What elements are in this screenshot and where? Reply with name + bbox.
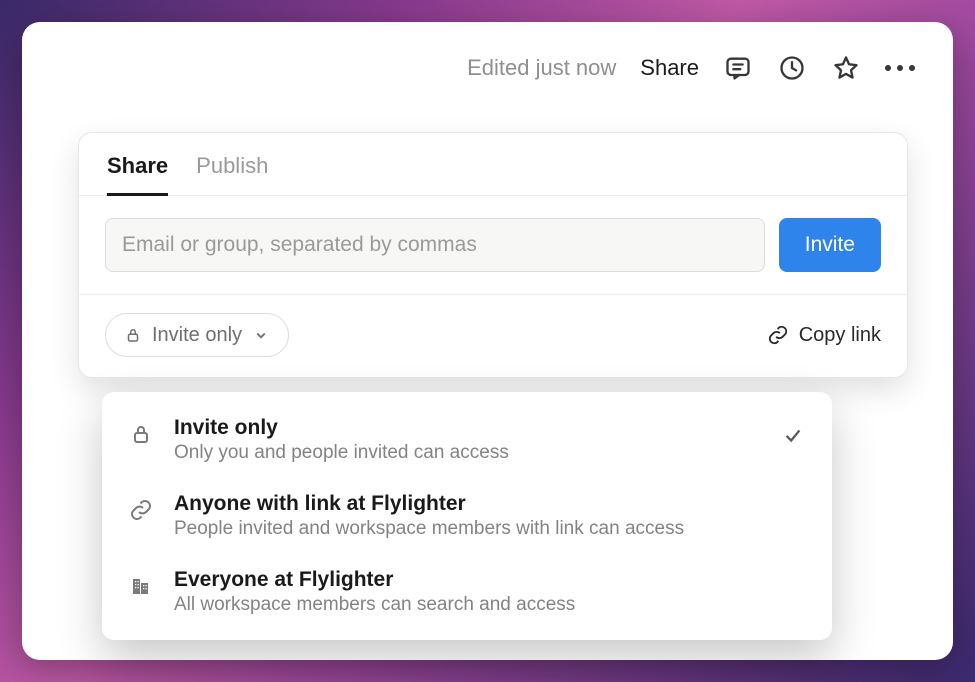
access-option-title: Invite only (174, 416, 760, 440)
copy-link-button[interactable]: Copy link (767, 324, 881, 347)
access-option-everyone[interactable]: Everyone at Flylighter All workspace mem… (102, 554, 832, 630)
lock-icon (124, 326, 142, 344)
access-option-text: Everyone at Flylighter All workspace mem… (174, 568, 760, 616)
access-option-title: Anyone with link at Flylighter (174, 492, 760, 516)
chevron-down-icon (252, 326, 270, 344)
invite-input[interactable] (105, 218, 765, 272)
invite-row: Invite (79, 196, 907, 295)
more-icon[interactable] (885, 53, 915, 83)
access-current-label: Invite only (152, 324, 242, 347)
share-tabs: Share Publish (79, 133, 907, 196)
tab-publish[interactable]: Publish (196, 153, 268, 195)
access-dropdown-trigger[interactable]: Invite only (105, 313, 289, 357)
access-option-subtitle: Only you and people invited can access (174, 442, 760, 464)
link-icon (767, 324, 789, 346)
copy-link-label: Copy link (799, 324, 881, 347)
link-icon (126, 492, 156, 522)
topbar: Edited just now Share (22, 22, 953, 94)
access-option-title: Everyone at Flylighter (174, 568, 760, 592)
edited-status: Edited just now (467, 55, 616, 81)
share-footer: Invite only Copy link (79, 295, 907, 377)
building-icon (126, 568, 156, 598)
share-button[interactable]: Share (640, 55, 699, 81)
check-icon (778, 416, 808, 446)
tab-share[interactable]: Share (107, 153, 168, 196)
access-dropdown: Invite only Only you and people invited … (102, 392, 832, 640)
access-option-text: Anyone with link at Flylighter People in… (174, 492, 760, 540)
share-panel: Share Publish Invite Invite only (78, 132, 908, 378)
favorite-star-icon[interactable] (831, 53, 861, 83)
access-option-text: Invite only Only you and people invited … (174, 416, 760, 464)
access-option-anyone-with-link[interactable]: Anyone with link at Flylighter People in… (102, 478, 832, 554)
check-placeholder (778, 568, 808, 576)
comments-icon[interactable] (723, 53, 753, 83)
invite-button[interactable]: Invite (779, 218, 881, 272)
check-placeholder (778, 492, 808, 500)
history-icon[interactable] (777, 53, 807, 83)
access-option-subtitle: People invited and workspace members wit… (174, 518, 760, 540)
access-option-subtitle: All workspace members can search and acc… (174, 594, 760, 616)
access-option-invite-only[interactable]: Invite only Only you and people invited … (102, 402, 832, 478)
app-window: Edited just now Share S (22, 22, 953, 660)
lock-icon (126, 416, 156, 446)
